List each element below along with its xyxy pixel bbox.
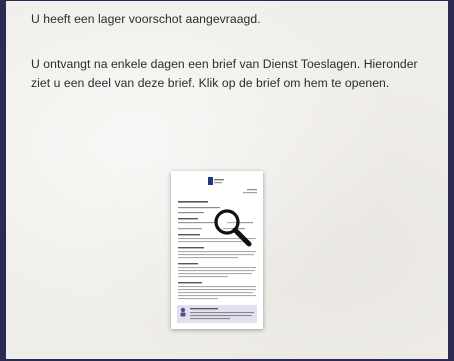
letter-callout-box: [177, 305, 257, 323]
government-logo: [208, 177, 213, 185]
instruction-text: U ontvangt na enkele dagen een brief van…: [31, 57, 418, 90]
letter-page-image: [177, 177, 257, 323]
letter-thumbnail[interactable]: [171, 171, 263, 329]
intro-text: U heeft een lager voorschot aangevraagd.: [31, 12, 261, 26]
content-panel: U heeft een lager voorschot aangevraagd.…: [6, 1, 448, 359]
